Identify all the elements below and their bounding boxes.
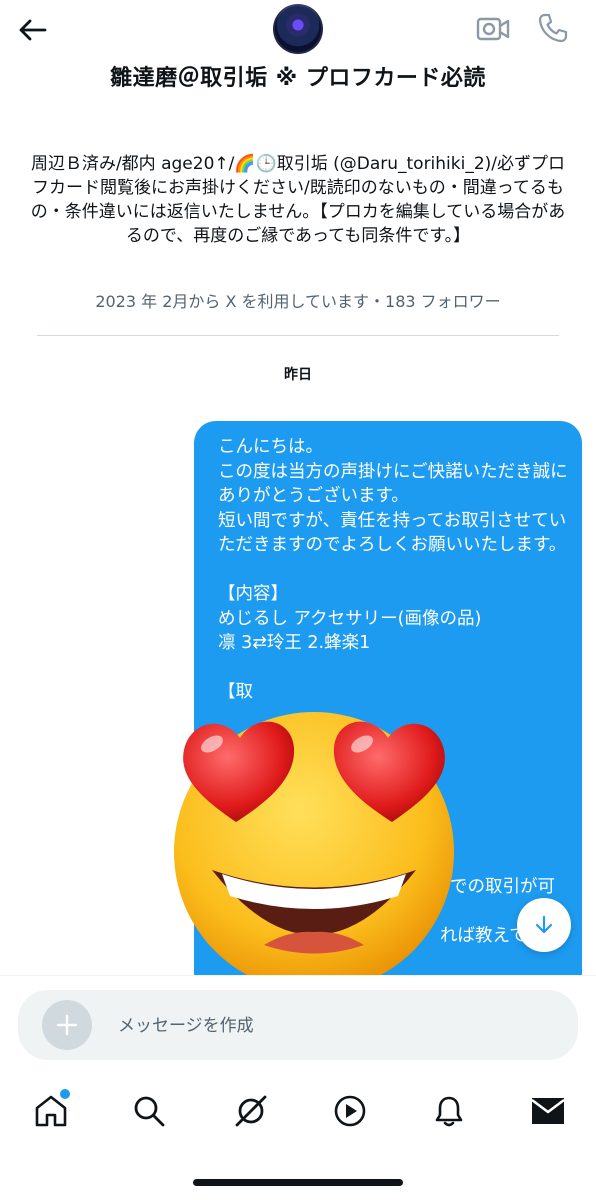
notification-dot — [58, 1087, 72, 1101]
video-call-button[interactable] — [472, 10, 514, 48]
message-input[interactable] — [116, 1006, 500, 1046]
voice-message-button[interactable] — [514, 1008, 554, 1044]
plus-icon — [56, 1014, 78, 1036]
message-text: こんにちは。 この度は当方の声掛けにご快諾いただき誠にありがとうございます。 短… — [218, 437, 568, 702]
arrow-down-icon — [535, 915, 553, 934]
profile-bio: 周辺Ｂ済み/都内 age20↑/🌈🕒取引垢 (@Daru_torihiki_2)… — [30, 154, 566, 246]
scroll-to-bottom-button[interactable] — [517, 898, 571, 952]
home-indicator — [193, 1179, 403, 1186]
add-media-button[interactable] — [42, 1000, 92, 1050]
date-separator: 昨日 — [284, 367, 312, 383]
bell-icon — [435, 1096, 463, 1127]
conversation-title: 雛達磨＠取引垢 ※ プロフカード必読 — [110, 66, 486, 91]
profile-meta: 2023 年 2月から X を利用しています・183 フォロワー — [95, 292, 501, 311]
message-text-fragment: での取引が可 — [450, 877, 555, 897]
heart-eyes-emoji-sticker[interactable] — [164, 700, 464, 1000]
tab-messages[interactable] — [523, 1090, 573, 1132]
arrow-left-icon — [19, 19, 47, 41]
tab-notifications[interactable] — [424, 1090, 474, 1132]
back-button[interactable] — [12, 12, 52, 48]
voice-wave-icon — [520, 1011, 548, 1041]
voice-call-button[interactable] — [532, 8, 574, 48]
tab-video[interactable] — [325, 1090, 375, 1132]
divider — [37, 335, 559, 336]
search-icon — [134, 1096, 165, 1127]
tab-grok[interactable] — [226, 1090, 276, 1132]
play-icon — [334, 1095, 366, 1127]
phone-icon — [538, 13, 568, 43]
envelope-icon — [531, 1098, 565, 1124]
grok-icon — [235, 1095, 267, 1127]
avatar[interactable] — [273, 4, 323, 54]
video-camera-icon — [476, 17, 510, 41]
tab-search[interactable] — [124, 1090, 174, 1132]
